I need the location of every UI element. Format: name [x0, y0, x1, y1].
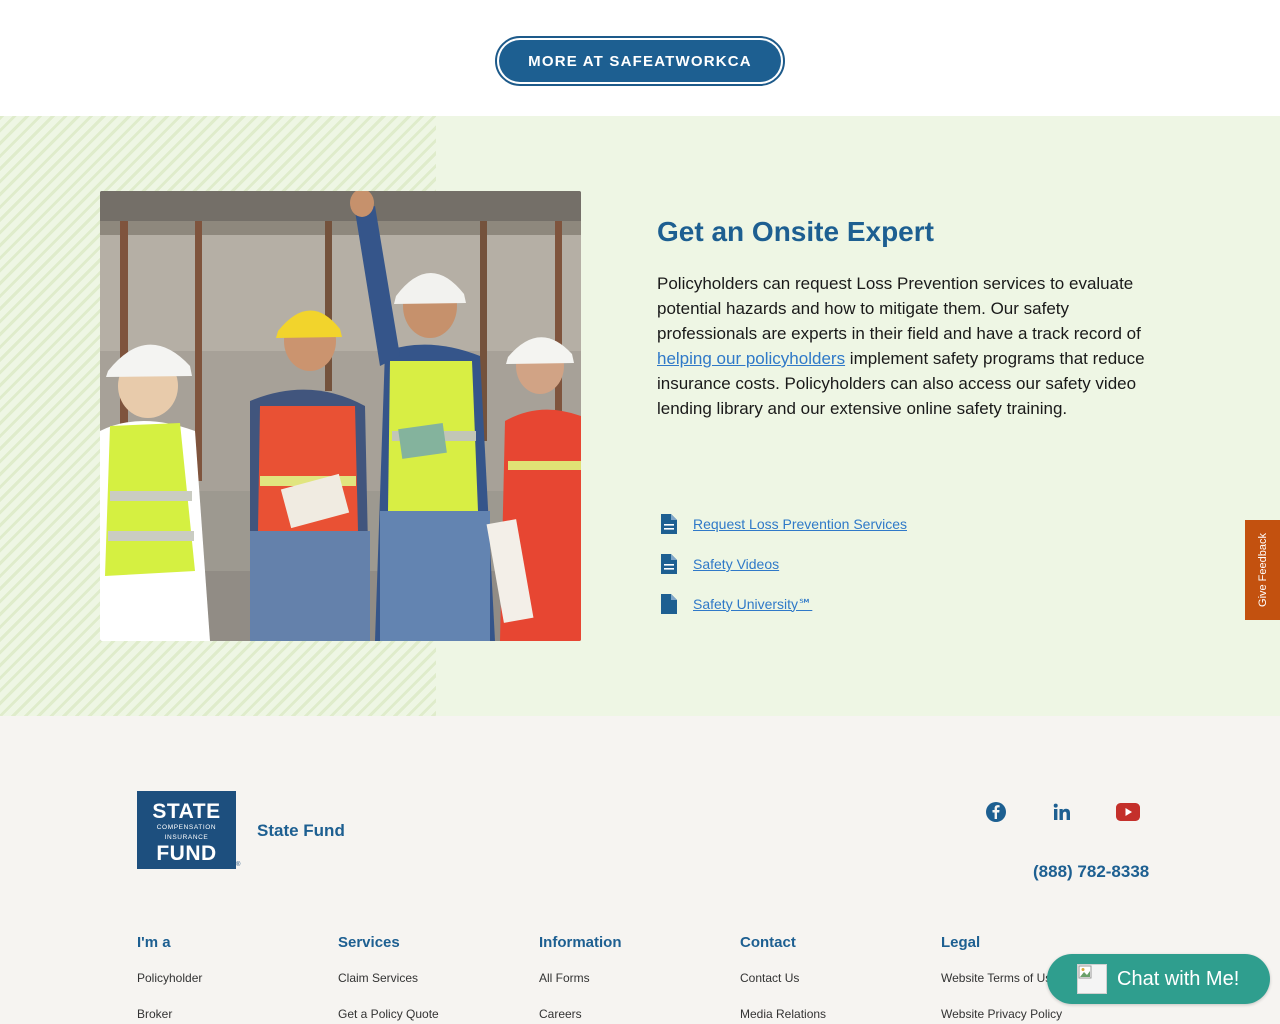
footer-link-broker[interactable]: Broker [137, 1007, 317, 1024]
footer-link-careers[interactable]: Careers [539, 1007, 719, 1024]
onsite-expert-section: Get an Onsite Expert Policyholders can r… [0, 116, 1280, 716]
footer-link-contact-us[interactable]: Contact Us [740, 971, 920, 990]
broken-image-icon [1077, 964, 1107, 994]
construction-workers-photo [100, 191, 581, 641]
registered-mark: ® [236, 862, 241, 868]
helping-policyholders-link[interactable]: helping our policyholders [657, 349, 845, 368]
footer-heading-information: Information [539, 934, 622, 951]
footer-heading-services: Services [338, 934, 400, 951]
chat-button[interactable]: Chat with Me! [1047, 954, 1270, 1004]
more-at-safeatworkca-button[interactable]: MORE AT SAFEATWORKCA [499, 40, 781, 82]
safety-videos-item: Safety Videos [657, 544, 907, 584]
request-loss-prevention-item: Request Loss Prevention Services [657, 504, 907, 544]
safety-doc-links: Request Loss Prevention Services Safety … [657, 504, 907, 624]
state-fund-logo[interactable]: STATE COMPENSATION INSURANCE FUND [137, 791, 236, 869]
safety-videos-link[interactable]: Safety Videos [693, 556, 779, 572]
footer-heading-legal: Legal [941, 934, 981, 951]
safety-university-link[interactable]: Safety University℠ [693, 596, 812, 613]
footer-column-information: Information All Forms Careers [539, 934, 719, 1024]
more-at-safeatworkca-button-frame: MORE AT SAFEATWORKCA [495, 36, 785, 86]
footer-link-claim-services[interactable]: Claim Services [338, 971, 518, 990]
phone-number[interactable]: (888) 782-8338 [1033, 862, 1149, 882]
onsite-expert-body: Policyholders can request Loss Preventio… [657, 271, 1147, 421]
footer-link-all-forms[interactable]: All Forms [539, 971, 719, 990]
chat-label: Chat with Me! [1117, 967, 1240, 990]
logo-line-insurance: INSURANCE [164, 834, 209, 841]
footer-heading-im-a: I'm a [137, 934, 171, 951]
document-icon [657, 552, 681, 576]
logo-line-compensation: COMPENSATION [156, 824, 217, 831]
logo-line-state: STATE [152, 800, 221, 823]
onsite-expert-title: Get an Onsite Expert [657, 216, 934, 247]
footer-column-contact: Contact Contact Us Media Relations [740, 934, 920, 1024]
request-loss-prevention-link[interactable]: Request Loss Prevention Services [693, 516, 907, 532]
give-feedback-label: Give Feedback [1256, 533, 1269, 607]
brand-name[interactable]: State Fund [257, 821, 345, 841]
document-icon [657, 592, 681, 616]
footer-link-privacy-policy[interactable]: Website Privacy Policy [941, 1007, 1121, 1024]
document-icon [657, 512, 681, 536]
linkedin-icon[interactable] [1050, 800, 1074, 824]
logo-line-fund: FUND [156, 842, 217, 865]
footer-link-media-relations[interactable]: Media Relations [740, 1007, 920, 1024]
footer-link-get-policy-quote[interactable]: Get a Policy Quote [338, 1007, 518, 1024]
footer-column-im-a: I'm a Policyholder Broker [137, 934, 317, 1024]
safety-university-item: Safety University℠ [657, 584, 907, 624]
facebook-icon[interactable] [984, 800, 1008, 824]
top-band: MORE AT SAFEATWORKCA [0, 0, 1280, 116]
footer-heading-contact: Contact [740, 934, 796, 951]
give-feedback-tab[interactable]: Give Feedback [1245, 520, 1280, 620]
footer-column-services: Services Claim Services Get a Policy Quo… [338, 934, 518, 1024]
onsite-body-text-1: Policyholders can request Loss Preventio… [657, 274, 1141, 343]
footer-link-policyholder[interactable]: Policyholder [137, 971, 317, 990]
youtube-icon[interactable] [1116, 800, 1140, 824]
